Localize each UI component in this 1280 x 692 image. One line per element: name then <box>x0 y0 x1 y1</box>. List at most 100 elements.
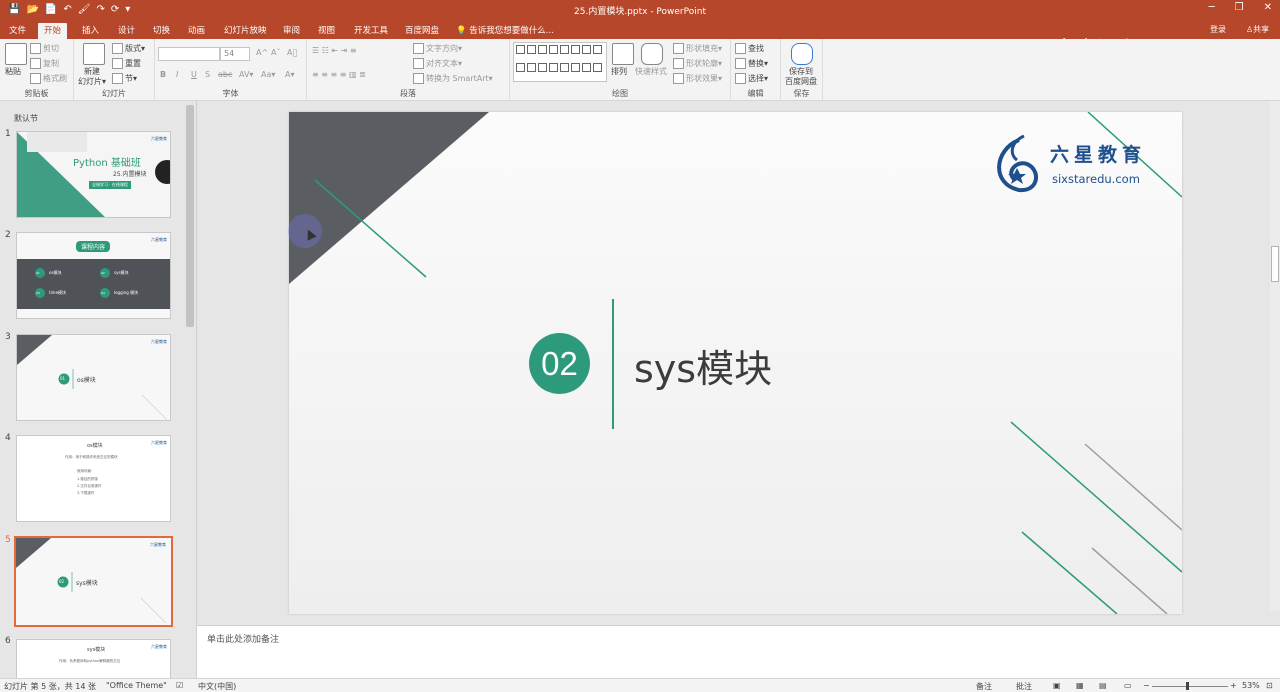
quick-styles-icon[interactable] <box>641 43 663 65</box>
format-painter-button[interactable]: 格式刷 <box>30 73 67 84</box>
shape-icon[interactable] <box>527 63 536 72</box>
shape-icon[interactable] <box>538 63 547 72</box>
font-color-button[interactable]: A▾ <box>285 70 295 79</box>
maximize-button[interactable]: ❐ <box>1235 2 1244 13</box>
quick-styles-button[interactable]: 快速样式 <box>635 66 667 77</box>
tab-review[interactable]: 审阅 <box>277 23 306 39</box>
notes-toggle[interactable]: 备注 <box>976 681 992 692</box>
paste-button[interactable]: 粘贴 <box>5 66 21 77</box>
shape-icon[interactable] <box>560 45 569 54</box>
tab-slideshow[interactable]: 幻灯片放映 <box>218 23 273 39</box>
shape-icon[interactable] <box>516 45 525 54</box>
notes-placeholder[interactable]: 单击此处添加备注 <box>207 632 279 645</box>
bullets-icon[interactable]: ☰ ☷ ⇤ ⇥ ≡ <box>312 46 357 55</box>
tab-developer[interactable]: 开发工具 <box>348 23 394 39</box>
shape-outline-button[interactable]: 形状轮廓▾ <box>673 58 722 69</box>
select-button[interactable]: 选择▾ <box>735 73 768 84</box>
zoom-slider[interactable] <box>1152 686 1228 687</box>
font-name-box[interactable] <box>158 47 220 61</box>
share-button[interactable]: ♙共享 <box>1246 24 1269 35</box>
reset-button[interactable]: 重置 <box>112 58 141 69</box>
slide-title[interactable]: sys模块 <box>634 338 772 393</box>
slide-thumbnail-1[interactable]: Python 基础班 25.内置模块 全栈学习 · 在线课程 六星教育 <box>16 131 171 218</box>
tab-home[interactable]: 开始 <box>38 23 68 39</box>
new-slide-dropdown[interactable]: 幻灯片▾ <box>78 76 106 87</box>
slide-thumbnail-3[interactable]: 01 os模块 六星教育 <box>16 334 171 421</box>
shape-icon[interactable] <box>527 45 536 54</box>
shrink-font-button[interactable]: Aˇ <box>271 48 280 57</box>
tab-transitions[interactable]: 切换 <box>147 23 176 39</box>
shape-icon[interactable] <box>571 45 580 54</box>
tab-insert[interactable]: 插入 <box>76 23 105 39</box>
new-slide-icon[interactable] <box>83 43 105 65</box>
scrollbar-thumb[interactable] <box>1271 246 1279 282</box>
slide-thumbnail-4[interactable]: os模块 作用：用于和操作系统交互的模块 使用场景： 1.路径的拼接 2.文件目… <box>16 435 171 522</box>
close-button[interactable]: ✕ <box>1264 2 1272 13</box>
section-number-badge[interactable]: 02 <box>529 333 590 394</box>
shape-icon[interactable] <box>593 45 602 54</box>
arrange-button[interactable]: 排列 <box>611 66 627 77</box>
tab-file[interactable]: 文件 <box>3 23 32 39</box>
section-label[interactable]: 默认节 <box>14 113 38 124</box>
paste-icon[interactable] <box>5 43 27 65</box>
shape-icon[interactable] <box>593 63 602 72</box>
shape-icon[interactable] <box>516 63 525 72</box>
tab-design[interactable]: 设计 <box>112 23 141 39</box>
change-case-button[interactable]: Aa▾ <box>261 70 275 79</box>
replace-button[interactable]: 替换▾ <box>735 58 768 69</box>
slide-thumbnail-5[interactable]: 02 sys模块 六星教育 <box>14 536 173 627</box>
slideshow-icon[interactable]: ▭ <box>1124 681 1132 690</box>
tab-view[interactable]: 视图 <box>312 23 341 39</box>
zoom-level[interactable]: 53% <box>1242 681 1260 690</box>
shape-fill-button[interactable]: 形状填充▾ <box>673 43 722 54</box>
slide-thumbnail-6[interactable]: sys模块 作用：负责程序和python解释器的交互 六星教育 <box>16 639 171 678</box>
italic-button[interactable]: I <box>176 70 178 79</box>
slide-scrollbar[interactable] <box>1270 101 1280 611</box>
zoom-in-icon[interactable]: + <box>1230 681 1237 690</box>
fit-slide-icon[interactable]: ⊡ <box>1266 681 1273 690</box>
thumbnail-scrollbar[interactable] <box>186 105 194 327</box>
tab-baidu[interactable]: 百度网盘 <box>399 23 445 39</box>
comments-toggle[interactable]: 批注 <box>1016 681 1032 692</box>
slide-thumbnail-2[interactable]: 课程内容 os模块 sys模块 time模块 logging 模块 01 02 … <box>16 232 171 319</box>
zoom-slider-thumb[interactable] <box>1186 682 1189 690</box>
shape-icon[interactable] <box>538 45 547 54</box>
underline-button[interactable]: U <box>191 70 197 79</box>
align-icon[interactable]: ≡ ≡ ≡ ≡ ▥ ≣ <box>312 70 366 79</box>
sign-in-link[interactable]: 登录 <box>1210 24 1226 35</box>
language-indicator[interactable]: 中文(中国) <box>198 681 236 692</box>
slide-sorter-icon[interactable]: ▦ <box>1076 681 1084 690</box>
font-size-box[interactable]: 54 <box>220 47 250 61</box>
copy-button[interactable]: 复制 <box>30 58 59 69</box>
grow-font-button[interactable]: A^ <box>256 48 268 57</box>
shape-effects-button[interactable]: 形状效果▾ <box>673 73 722 84</box>
shape-icon[interactable] <box>549 63 558 72</box>
notes-pane[interactable]: 单击此处添加备注 <box>197 625 1280 678</box>
strikethrough-button[interactable]: abc <box>218 70 232 79</box>
layout-button[interactable]: 版式▾ <box>112 43 145 54</box>
shape-icon[interactable] <box>571 63 580 72</box>
baidu-cloud-icon[interactable] <box>791 43 813 65</box>
cut-button[interactable]: 剪切 <box>30 43 59 54</box>
align-text-button[interactable]: 对齐文本▾ <box>413 58 462 69</box>
slide-canvas[interactable]: 六星教育 sixstaredu.com 02 sys模块 <box>289 112 1182 614</box>
tab-animations[interactable]: 动画 <box>182 23 211 39</box>
baidu-disk-label[interactable]: 百度网盘 <box>785 76 817 87</box>
char-spacing-button[interactable]: AV▾ <box>239 70 253 79</box>
shape-icon[interactable] <box>582 63 591 72</box>
clear-format-button[interactable]: A⃠ <box>287 48 297 57</box>
shadow-button[interactable]: S <box>205 70 210 79</box>
text-direction-button[interactable]: 文字方向▾ <box>413 43 462 54</box>
spellcheck-icon[interactable]: ☑ <box>176 681 183 690</box>
normal-view-icon[interactable]: ▣ <box>1053 681 1061 690</box>
tell-me-search[interactable]: 💡 告诉我您想要做什么... <box>456 24 554 36</box>
minimize-button[interactable]: ─ <box>1209 2 1215 13</box>
find-button[interactable]: 查找 <box>735 43 764 54</box>
shape-icon[interactable] <box>560 63 569 72</box>
smartart-button[interactable]: 转换为 SmartArt▾ <box>413 73 493 84</box>
zoom-out-icon[interactable]: − <box>1143 681 1150 690</box>
arrange-icon[interactable] <box>612 43 634 65</box>
shapes-gallery[interactable] <box>513 42 607 82</box>
section-button[interactable]: 节▾ <box>112 73 137 84</box>
bold-button[interactable]: B <box>160 70 166 79</box>
